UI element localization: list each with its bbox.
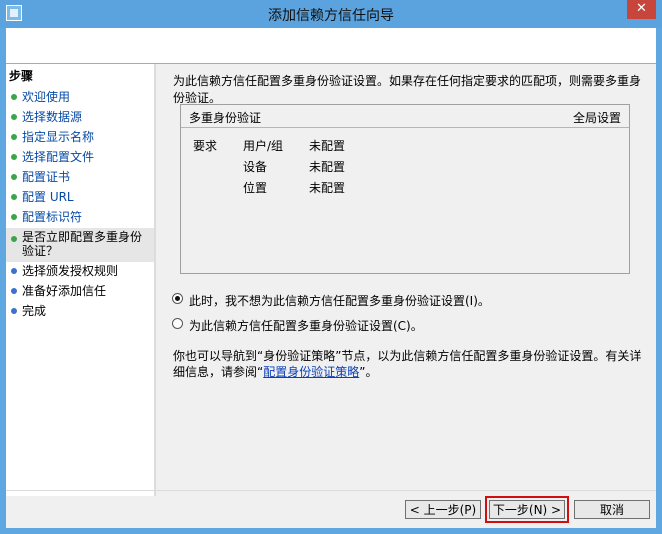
step-done-icon (11, 114, 17, 120)
step-pending-icon (11, 308, 17, 314)
step-label: 配置 URL (22, 190, 74, 204)
sidebar-divider (154, 64, 156, 496)
step-item: 准备好添加信任 (6, 282, 154, 302)
footer-divider (6, 490, 656, 491)
mfa-row-name: 位置 (243, 181, 268, 195)
wizard-window: 添加信赖方信任向导 ✕ 步骤 欢迎使用 选择数据源 指定显示名称 选择配置文件 … (0, 0, 662, 534)
step-item-current: 是否立即配置多重身份验证？ (6, 228, 154, 262)
step-done-icon (11, 154, 17, 160)
step-label: 选择配置文件 (22, 150, 95, 164)
step-item: 配置标识符 (6, 208, 154, 228)
cancel-button[interactable]: 取消 (574, 500, 650, 519)
step-label: 配置标识符 (22, 210, 83, 224)
step-label: 配置证书 (22, 170, 71, 184)
next-button[interactable]: 下一步(N) > (485, 496, 569, 523)
step-pending-icon (11, 268, 17, 274)
mfa-settings-panel: 多重身份验证 全局设置 要求 用户/组 未配置 设备 未配置 位置 未配置 (180, 104, 630, 274)
mfa-row-name: 用户/组 (243, 139, 284, 153)
step-item: 欢迎使用 (6, 88, 154, 108)
window-title: 添加信赖方信任向导 (268, 8, 394, 24)
mfa-row-value: 未配置 (309, 181, 346, 195)
close-button[interactable]: ✕ (627, 0, 656, 19)
wizard-client-area: 步骤 欢迎使用 选择数据源 指定显示名称 选择配置文件 配置证书 配置 URL … (6, 28, 656, 528)
step-label: 准备好添加信任 (22, 284, 107, 298)
option-configure-mfa-label: 为此信赖方信任配置多重身份验证设置(C)。 (189, 319, 423, 333)
step-done-icon (11, 194, 17, 200)
auth-policy-link[interactable]: 配置身份验证策略 (263, 365, 359, 379)
step-item: 选择颁发授权规则 (6, 262, 154, 282)
step-item: 配置证书 (6, 168, 154, 188)
step-item: 配置 URL (6, 188, 154, 208)
title-bar[interactable]: 添加信赖方信任向导 ✕ (0, 0, 662, 28)
info-text-suffix: ”。 (359, 365, 378, 379)
step-done-icon (11, 214, 17, 220)
step-item: 选择配置文件 (6, 148, 154, 168)
step-label: 完成 (22, 304, 47, 318)
step-label: 选择颁发授权规则 (22, 264, 119, 278)
step-label: 选择数据源 (22, 110, 83, 124)
step-done-icon (11, 94, 17, 100)
mfa-requirement-label: 要求 (193, 139, 218, 153)
step-pending-icon (11, 288, 17, 294)
mfa-row-value: 未配置 (309, 160, 346, 174)
step-label: 是否立即配置多重身份验证？ (22, 230, 143, 258)
info-text-prefix: 你也可以导航到“身份验证策略”节点，以为此信赖方信任配置多重身份验证设置。有关详… (173, 349, 642, 379)
option-skip-mfa-label: 此时，我不想为此信赖方信任配置多重身份验证设置(I)。 (189, 294, 490, 308)
mfa-header-scope: 全局设置 (572, 111, 621, 125)
steps-title: 步骤 (9, 69, 34, 83)
steps-list: 欢迎使用 选择数据源 指定显示名称 选择配置文件 配置证书 配置 URL 配置标… (6, 88, 154, 322)
step-done-icon (11, 134, 17, 140)
mfa-row-name: 设备 (243, 160, 268, 174)
mfa-header-title: 多重身份验证 (189, 111, 262, 125)
header-banner (6, 28, 656, 63)
step-item: 选择数据源 (6, 108, 154, 128)
mfa-panel-header: 多重身份验证 全局设置 (181, 105, 629, 128)
page-description: 为此信赖方信任配置多重身份验证设置。如果存在任何指定要求的匹配项，则需要多重身份… (173, 74, 642, 105)
step-done-icon (11, 174, 17, 180)
step-label: 欢迎使用 (22, 90, 71, 104)
step-item: 完成 (6, 302, 154, 322)
close-icon: ✕ (636, 1, 647, 16)
radio-selected-icon[interactable] (172, 293, 183, 304)
info-text: 你也可以导航到“身份验证策略”节点，以为此信赖方信任配置多重身份验证设置。有关详… (173, 348, 643, 380)
step-current-icon (11, 236, 17, 242)
mfa-row-value: 未配置 (309, 139, 346, 153)
step-item: 指定显示名称 (6, 128, 154, 148)
prev-button[interactable]: < 上一步(P) (405, 500, 481, 519)
step-label: 指定显示名称 (22, 130, 95, 144)
radio-unselected-icon[interactable] (172, 318, 183, 329)
